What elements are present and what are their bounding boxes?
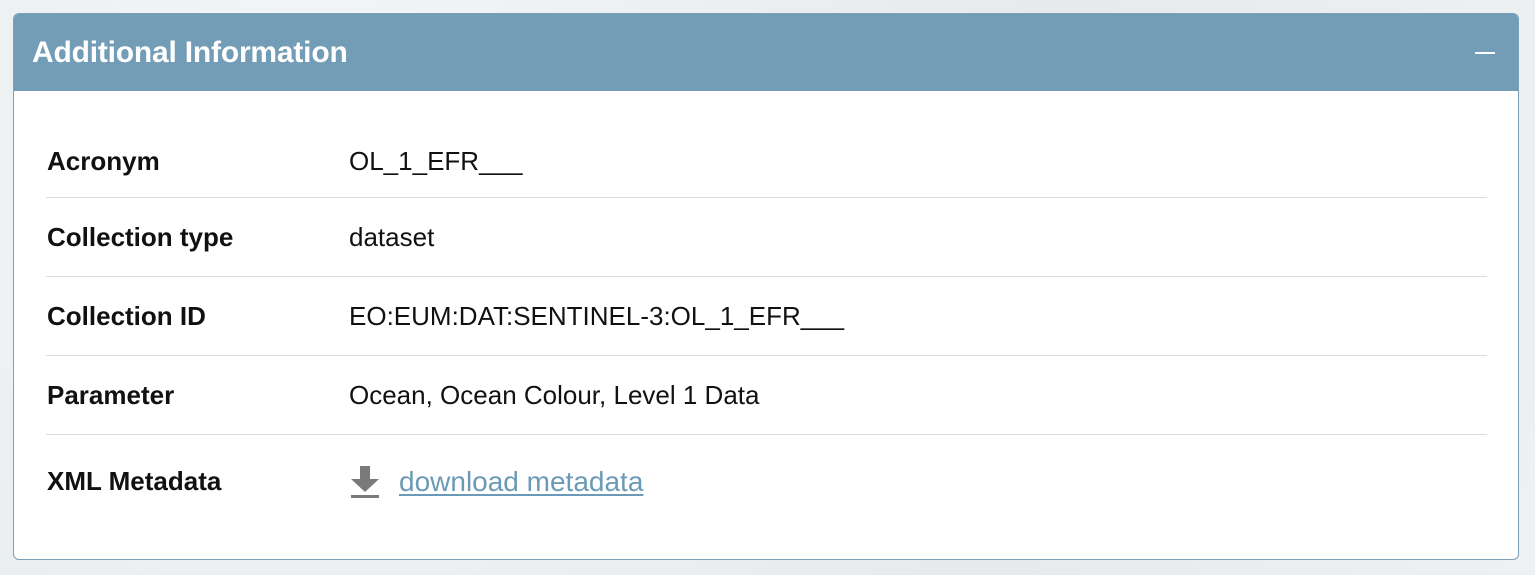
row-label: Parameter	[47, 379, 175, 410]
info-row-collection-id: Collection ID EO:EUM:DAT:SENTINEL-3:OL_1…	[46, 277, 1487, 356]
info-row-collection-type: Collection type dataset	[46, 198, 1487, 277]
panel-title: Additional Information	[32, 35, 348, 69]
panel-body: Acronym OL_1_EFR___ Collection type data…	[14, 91, 1518, 528]
row-value: EO:EUM:DAT:SENTINEL-3:OL_1_EFR___	[349, 300, 845, 331]
download-icon[interactable]	[349, 465, 381, 499]
minus-icon	[1475, 51, 1495, 54]
row-value: dataset	[349, 221, 435, 252]
info-row-acronym: Acronym OL_1_EFR___	[46, 121, 1487, 198]
row-label: Collection ID	[47, 300, 206, 331]
download-metadata-link[interactable]: download metadata	[399, 466, 643, 498]
collapse-button[interactable]	[1474, 42, 1496, 64]
row-label: Acronym	[47, 145, 160, 176]
info-row-xml-metadata: XML Metadata download metadata	[46, 435, 1487, 528]
row-label: Collection type	[47, 221, 234, 252]
row-label: XML Metadata	[47, 466, 222, 496]
panel-header[interactable]: Additional Information	[14, 14, 1518, 91]
row-value: OL_1_EFR___	[349, 145, 523, 176]
info-row-parameter: Parameter Ocean, Ocean Colour, Level 1 D…	[46, 356, 1487, 435]
additional-information-panel: Additional Information Acronym OL_1_EFR_…	[13, 13, 1519, 560]
download-metadata-group: download metadata	[349, 465, 643, 499]
row-value: Ocean, Ocean Colour, Level 1 Data	[349, 379, 760, 410]
